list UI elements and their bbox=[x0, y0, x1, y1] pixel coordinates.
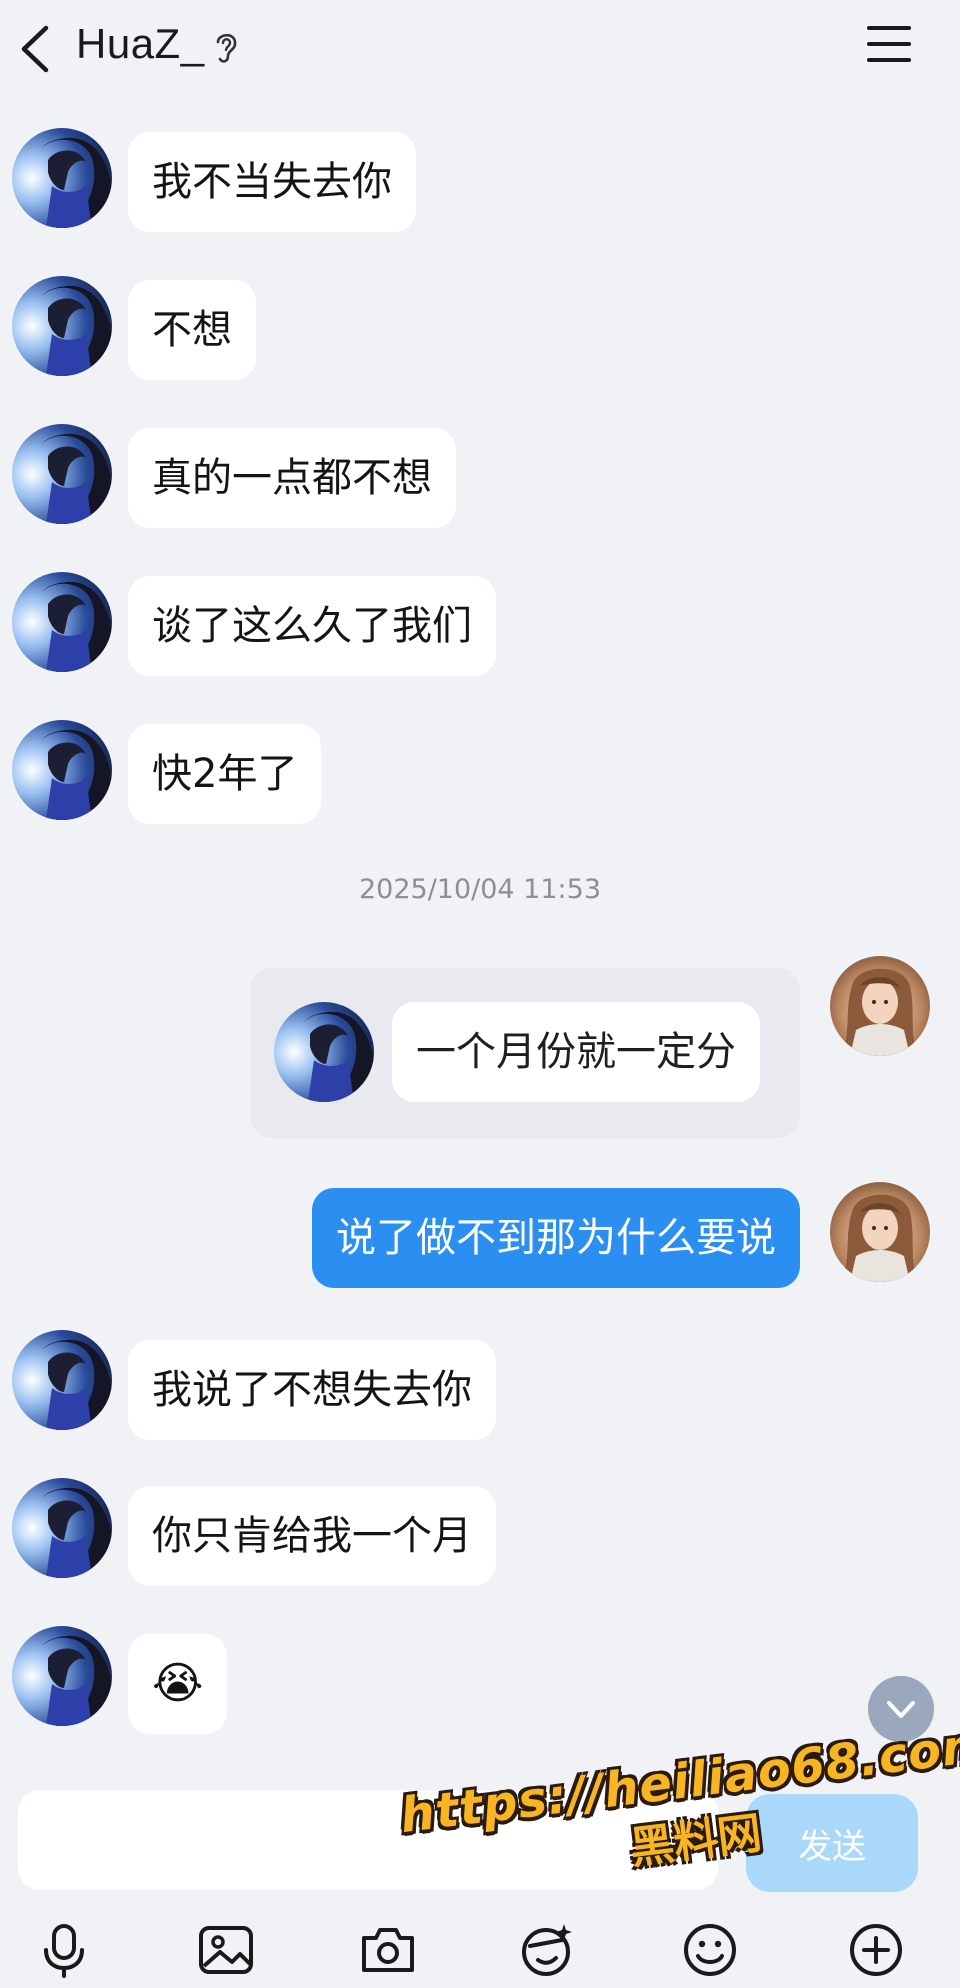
emoji-icon[interactable] bbox=[680, 1920, 740, 1980]
message-bubble[interactable]: 不想 bbox=[128, 280, 256, 380]
hamburger-menu-icon[interactable] bbox=[866, 22, 912, 66]
chevron-left-icon[interactable] bbox=[16, 22, 56, 76]
contact-avatar[interactable] bbox=[12, 1478, 112, 1578]
message-bubble[interactable]: 我说了不想失去你 bbox=[128, 1340, 496, 1440]
quoted-message-bubble: 一个月份就一定分 bbox=[392, 1002, 760, 1102]
message-timestamp: 2025/10/04 11:53 bbox=[358, 874, 601, 905]
message-bubble[interactable]: 😭 bbox=[128, 1634, 228, 1734]
contact-avatar[interactable] bbox=[12, 1330, 112, 1430]
sticker-icon[interactable] bbox=[518, 1920, 578, 1980]
image-icon[interactable] bbox=[196, 1920, 256, 1980]
message-input[interactable] bbox=[18, 1790, 718, 1890]
send-button[interactable]: 发送 bbox=[746, 1794, 918, 1892]
contact-avatar[interactable] bbox=[12, 128, 112, 228]
message-bubble[interactable]: 真的一点都不想 bbox=[128, 428, 456, 528]
camera-icon[interactable] bbox=[358, 1920, 418, 1980]
chat-header: HuaZ_ bbox=[0, 0, 960, 96]
chat-title[interactable]: HuaZ_ bbox=[76, 20, 205, 68]
message-bubble[interactable]: 我不当失去你 bbox=[128, 132, 416, 232]
message-input-bar: 发送 bbox=[18, 1790, 918, 1892]
contact-avatar[interactable] bbox=[12, 424, 112, 524]
message-bubble[interactable]: 谈了这么久了我们 bbox=[128, 576, 496, 676]
microphone-icon[interactable] bbox=[34, 1920, 94, 1980]
quoted-contact-avatar bbox=[274, 1002, 374, 1102]
bottom-toolbar bbox=[0, 1906, 960, 1986]
ear-icon[interactable] bbox=[212, 28, 240, 66]
message-bubble[interactable]: 快2年了 bbox=[128, 724, 322, 824]
contact-avatar[interactable] bbox=[12, 572, 112, 672]
my-avatar[interactable] bbox=[830, 956, 930, 1056]
contact-avatar[interactable] bbox=[12, 276, 112, 376]
message-bubble[interactable]: 你只肯给我一个月 bbox=[128, 1486, 496, 1586]
my-message-bubble[interactable]: 说了做不到那为什么要说 bbox=[312, 1188, 800, 1288]
plus-icon[interactable] bbox=[846, 1920, 906, 1980]
contact-avatar[interactable] bbox=[12, 1626, 112, 1726]
contact-avatar[interactable] bbox=[12, 720, 112, 820]
my-avatar[interactable] bbox=[830, 1182, 930, 1282]
scroll-to-bottom-button[interactable] bbox=[868, 1676, 934, 1742]
